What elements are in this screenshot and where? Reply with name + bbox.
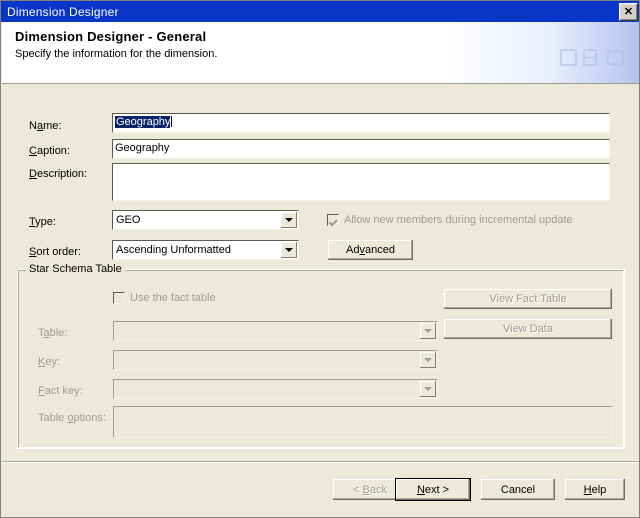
key-label: Key: (38, 356, 61, 368)
key-combobox[interactable] (113, 350, 438, 370)
table-options-input[interactable] (113, 406, 613, 438)
caption-label: Caption: (29, 145, 70, 157)
name-input-value: Geography (115, 116, 173, 128)
view-fact-table-button[interactable]: View Fact Table (443, 288, 613, 310)
type-combobox[interactable]: GEO (112, 210, 299, 230)
next-button[interactable]: Next > (395, 478, 471, 501)
chevron-down-icon[interactable] (420, 323, 436, 339)
chevron-down-icon[interactable] (281, 212, 297, 228)
description-input[interactable] (112, 163, 610, 201)
help-button[interactable]: Help (564, 478, 626, 501)
sort-order-combobox-value: Ascending Unformatted (116, 244, 231, 256)
table-combobox[interactable] (113, 321, 438, 341)
wizard-header: Dimension Designer - General Specify the… (2, 22, 639, 84)
window-title: Dimension Designer (7, 4, 119, 19)
chevron-down-icon[interactable] (281, 242, 297, 258)
chevron-down-icon[interactable] (420, 352, 436, 368)
help-button-label: Help (583, 483, 607, 496)
cancel-button-label: Cancel (500, 483, 536, 496)
type-label: Type: (29, 216, 56, 228)
cancel-button[interactable]: Cancel (480, 478, 556, 501)
advanced-button-label: Advanced (346, 244, 395, 256)
sort-order-label: Sort order: (29, 246, 81, 258)
table-label: Table: (38, 327, 68, 339)
allow-new-members-checkbox[interactable]: Allow new members during incremental upd… (327, 214, 573, 226)
checkbox-box[interactable] (327, 214, 339, 226)
star-schema-table-group: Star Schema Table Use the fact table Vie… (17, 263, 625, 449)
page-title: Dimension Designer - General (15, 29, 207, 44)
use-fact-table-checkbox[interactable]: Use the fact table (113, 292, 216, 304)
fact-key-combobox[interactable] (113, 379, 438, 399)
table-options-label: Table options: (38, 412, 106, 424)
use-fact-table-label: Use the fact table (130, 292, 216, 304)
dialog-footer: < Back Next > Cancel Help (2, 461, 639, 517)
title-bar: Dimension Designer ✕ (1, 1, 639, 22)
allow-new-members-label: Allow new members during incremental upd… (344, 214, 573, 226)
view-data-button[interactable]: View Data (443, 318, 613, 340)
next-button-label: Next > (416, 483, 450, 496)
description-label: Description: (29, 168, 88, 180)
caption-input[interactable]: Geography (112, 139, 610, 159)
star-schema-table-legend: Star Schema Table (26, 263, 125, 275)
checkbox-box[interactable] (113, 292, 125, 304)
view-data-button-label: View Data (503, 323, 553, 335)
type-combobox-value: GEO (116, 214, 141, 226)
view-fact-table-button-label: View Fact Table (489, 293, 567, 305)
chevron-down-icon[interactable] (420, 381, 436, 397)
sort-order-combobox[interactable]: Ascending Unformatted (112, 240, 299, 260)
dimension-designer-dialog: Dimension Designer ✕ Dimension Designer … (0, 0, 640, 518)
fact-key-label: Fact key: (38, 385, 83, 397)
close-icon[interactable]: ✕ (619, 3, 638, 21)
name-label: Name: (29, 120, 62, 132)
footer-highlight (2, 462, 639, 463)
back-button-label: < Back (353, 483, 387, 496)
dialog-body: Name: Geography Caption: Geography Descr… (2, 84, 639, 461)
header-watermark-icon (560, 49, 624, 66)
title-bar-buttons: ✕ (619, 3, 638, 21)
name-input[interactable]: Geography (112, 113, 610, 133)
caption-input-value: Geography (115, 142, 170, 154)
page-subtitle: Specify the information for the dimensio… (15, 48, 218, 60)
advanced-button[interactable]: Advanced (327, 239, 414, 261)
